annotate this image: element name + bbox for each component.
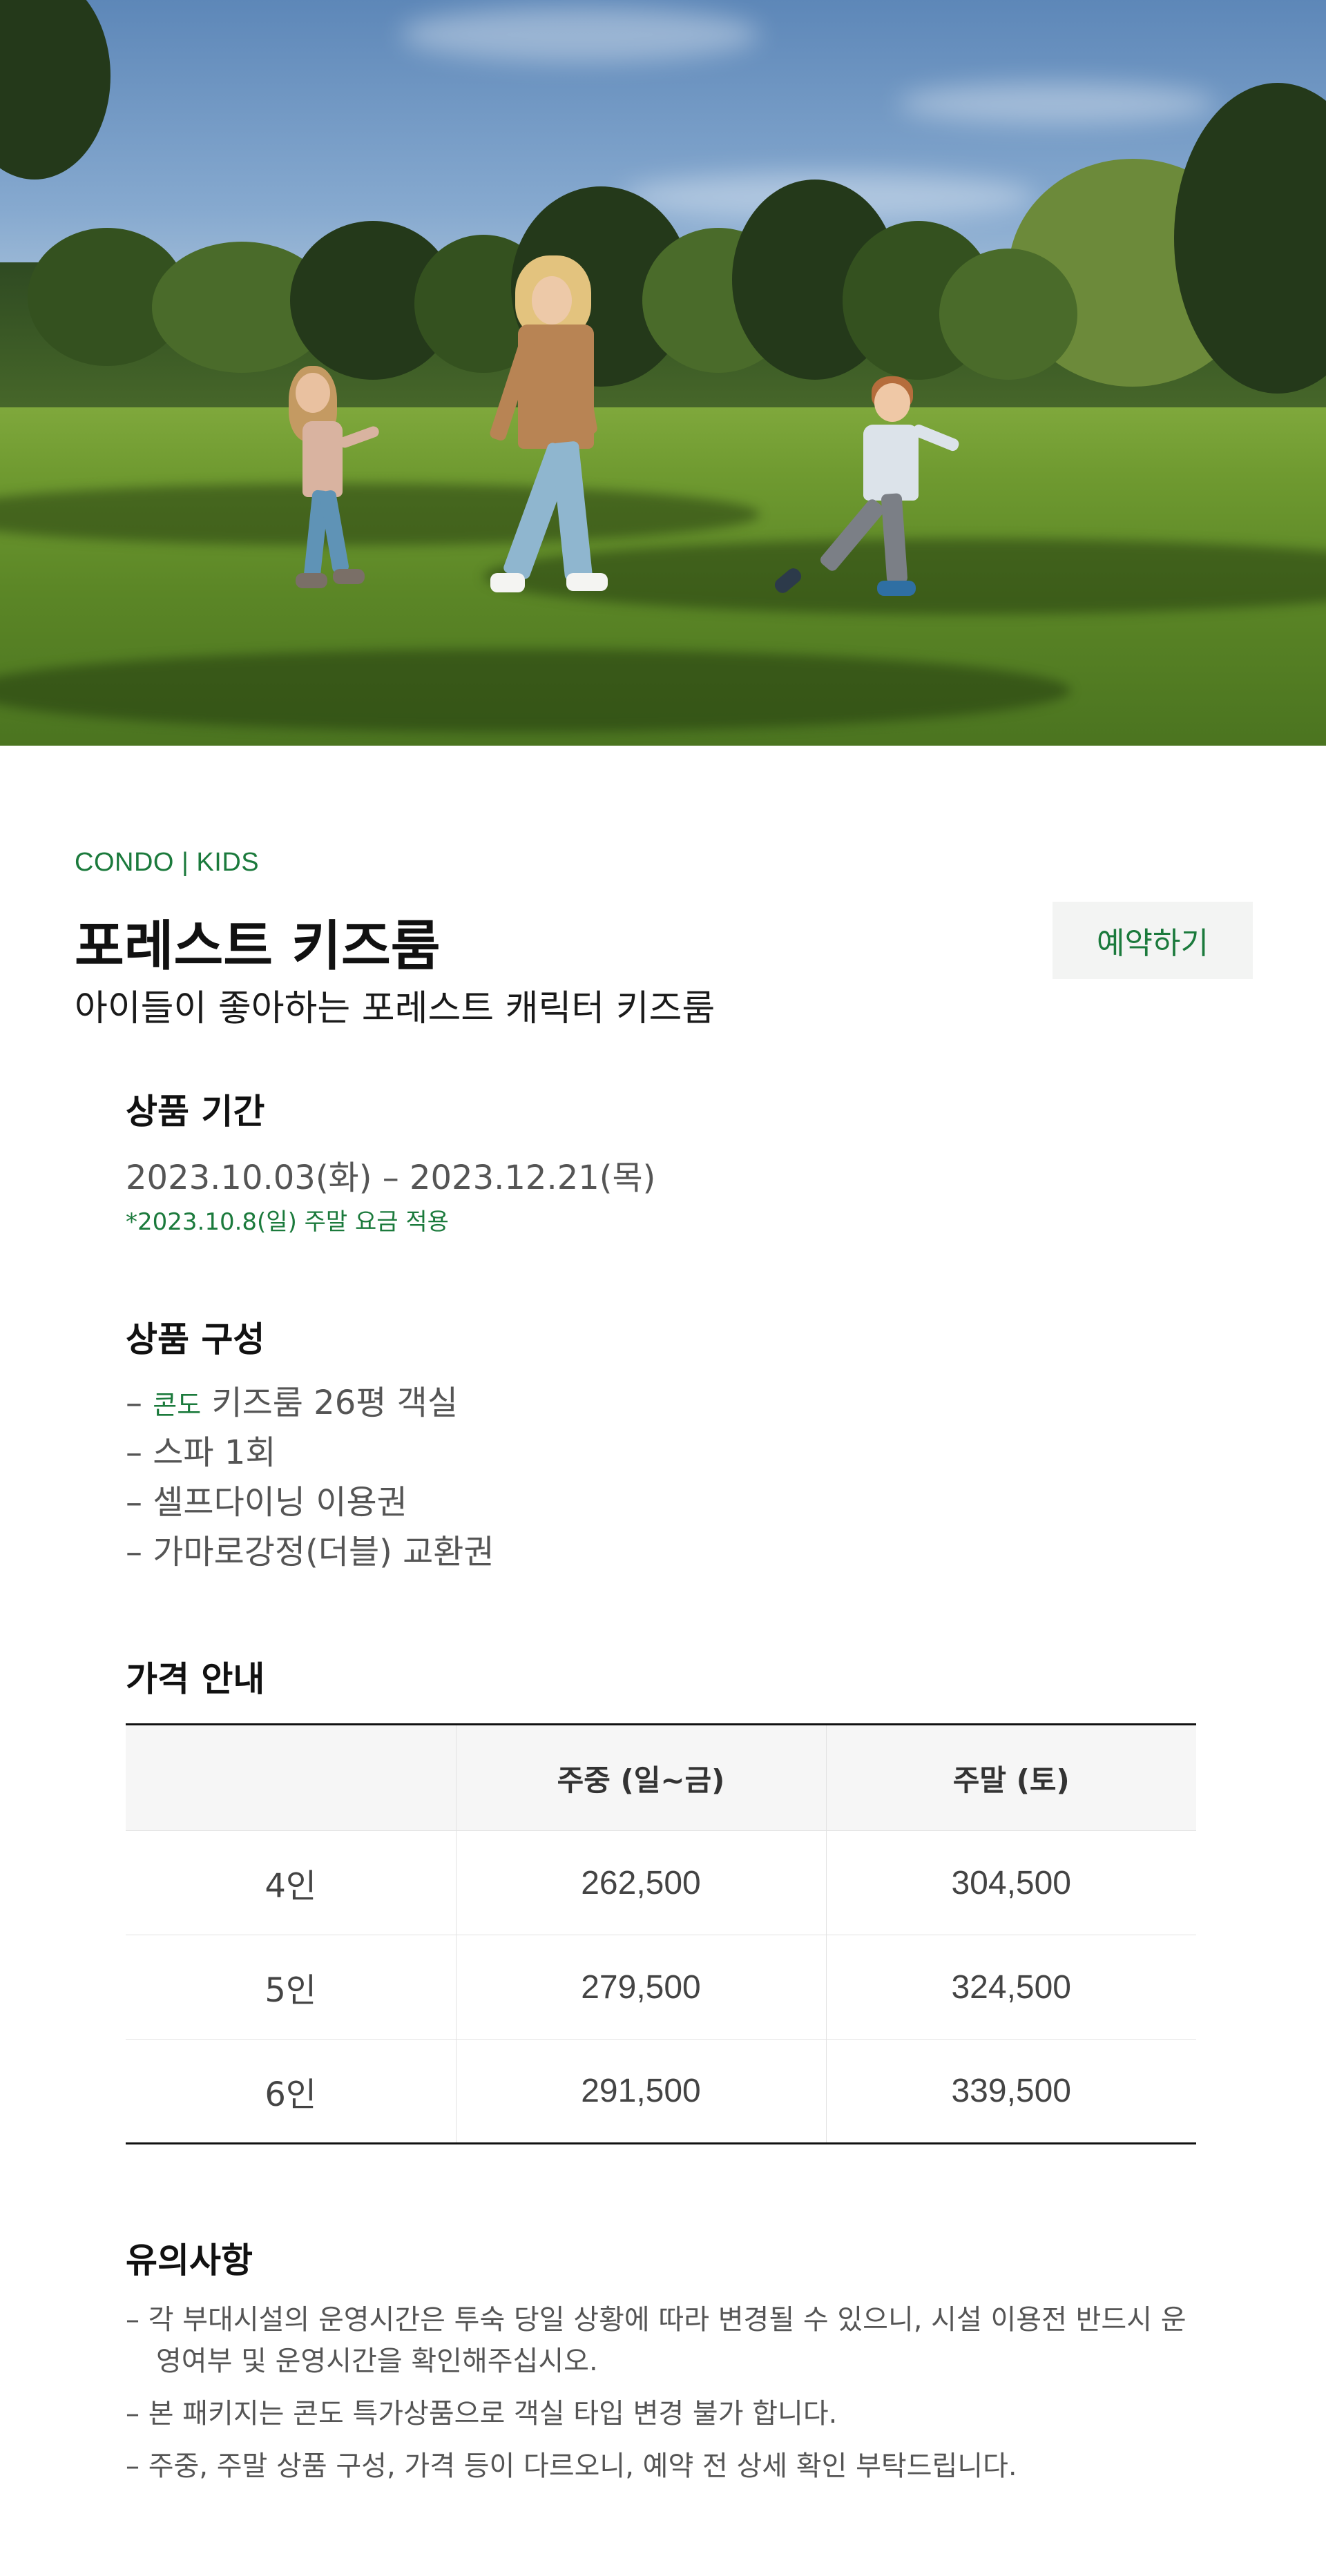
table-cell: 339,500: [825, 2039, 1196, 2144]
table-cell: 324,500: [825, 1935, 1196, 2040]
item-text: 가마로강정(더블) 교환권: [153, 1533, 494, 1571]
table-row: 5인 279,500 324,500: [126, 1935, 1196, 2040]
item-text: 키즈룸 26평 객실: [201, 1384, 458, 1422]
reserve-button[interactable]: 예약하기: [1053, 902, 1253, 979]
cloud: [401, 7, 760, 62]
table-row: 4인 262,500 304,500: [126, 1830, 1196, 1935]
table-cell: 262,500: [455, 1830, 826, 1935]
composition-section: 상품 구성 – 콘도 키즈룸 26평 객실 – 스파 1회 – 셀프다이닝 이용…: [126, 1312, 1196, 1581]
pricing-section: 가격 안내: [126, 1652, 1196, 1707]
item-prefix: –: [126, 1483, 153, 1522]
list-item: – 각 부대시설의 운영시간은 투숙 당일 상황에 따라 변경될 수 있으니, …: [126, 2304, 1186, 2377]
item-prefix: –: [126, 1433, 153, 1472]
notes-section: 유의사항 – 각 부대시설의 운영시간은 투숙 당일 상황에 따라 변경될 수 …: [126, 2233, 1196, 2523]
table-header-cell: [126, 1723, 456, 1831]
product-header: CONDO | KIDS 포레스트 키즈룸 아이들이 좋아하는 포레스트 캐릭터…: [75, 848, 1251, 1029]
table-header-cell: 주중 (일~금): [455, 1723, 826, 1831]
list-item: – 주중, 주말 상품 구성, 가격 등이 다르오니, 예약 전 상세 확인 부…: [126, 2450, 1017, 2482]
table-header-row: 주중 (일~금) 주말 (토): [126, 1723, 1196, 1831]
notes-list: – 각 부대시설의 운영시간은 투숙 당일 상황에 따라 변경될 수 있으니, …: [126, 2299, 1196, 2498]
period-section: 상품 기간 2023.10.03(화) – 2023.12.21(목) *202…: [126, 1084, 1196, 1243]
list-item: – 본 패키지는 콘도 특가상품으로 객실 타입 변경 불가 합니다.: [126, 2398, 838, 2430]
period-dates: 2023.10.03(화) – 2023.12.21(목): [126, 1159, 656, 1197]
period-note: *2023.10.8(일) 주말 요금 적용: [126, 1208, 449, 1236]
section-title-pricing: 가격 안내: [126, 1659, 265, 1699]
table-cell: 279,500: [455, 1935, 826, 2040]
table-row-head: 4인: [126, 1830, 456, 1935]
item-prefix: –: [126, 1533, 153, 1571]
cloud: [898, 83, 1216, 124]
list-item: – 가마로강정(더블) 교환권: [126, 1527, 494, 1577]
item-text: 스파 1회: [153, 1433, 276, 1472]
table-row-head: 5인: [126, 1935, 456, 2040]
category-label: CONDO | KIDS: [75, 848, 260, 877]
list-item: – 콘도 키즈룸 26평 객실: [126, 1378, 494, 1428]
section-title-composition: 상품 구성: [126, 1319, 265, 1359]
tree-crown: [0, 0, 110, 180]
shade: [0, 649, 1070, 732]
item-prefix: –: [126, 1384, 153, 1422]
composition-list: – 콘도 키즈룸 26평 객실 – 스파 1회 – 셀프다이닝 이용권 – 가마…: [126, 1378, 494, 1577]
table-row: 6인 291,500 339,500: [126, 2039, 1196, 2144]
table-header-cell: 주말 (토): [825, 1723, 1196, 1831]
section-title-notes: 유의사항: [126, 2240, 253, 2280]
page-title: 포레스트 키즈룸: [75, 916, 441, 978]
page-subtitle: 아이들이 좋아하는 포레스트 캐릭터 키즈룸: [75, 988, 715, 1029]
table-cell: 291,500: [455, 2039, 826, 2144]
item-text: 셀프다이닝 이용권: [153, 1483, 407, 1522]
item-tag: 콘도: [153, 1390, 202, 1420]
section-title-period: 상품 기간: [126, 1092, 265, 1132]
price-table: 주중 (일~금) 주말 (토) 4인 262,500 304,500 5인 27…: [126, 1723, 1196, 2144]
hero-photo: [0, 0, 1326, 746]
tree-crown: [939, 249, 1077, 380]
list-item: – 스파 1회: [126, 1428, 494, 1478]
table-row-head: 6인: [126, 2039, 456, 2144]
table-cell: 304,500: [825, 1830, 1196, 1935]
list-item: – 셀프다이닝 이용권: [126, 1478, 494, 1527]
